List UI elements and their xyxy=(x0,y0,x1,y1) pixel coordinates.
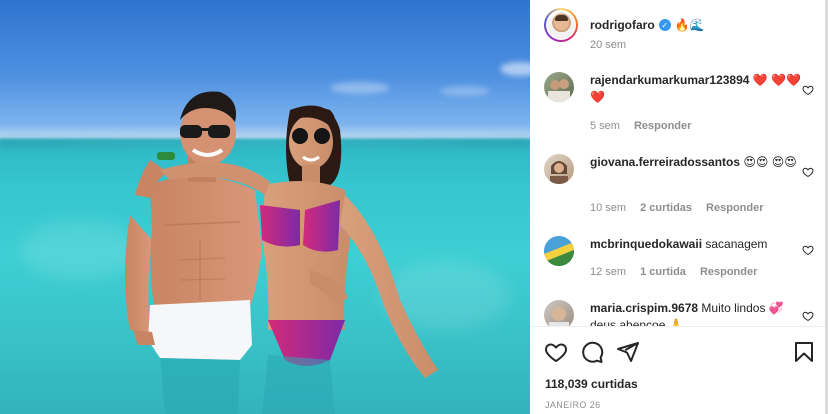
post-date: JANEIRO 26 xyxy=(545,400,601,410)
commenter-avatar[interactable] xyxy=(544,72,574,102)
comment-likes-count[interactable]: 1 curtida xyxy=(640,266,686,278)
share-icon[interactable] xyxy=(616,340,640,364)
author-avatar[interactable] xyxy=(544,8,578,42)
reply-button[interactable]: Responder xyxy=(634,120,691,132)
commenter-avatar[interactable] xyxy=(544,236,574,266)
commenter-avatar[interactable] xyxy=(544,300,574,326)
man-figure xyxy=(125,91,262,414)
commenter-username[interactable]: mcbrinquedokawaii xyxy=(590,237,702,251)
commenter-username[interactable]: rajendarkumarkumar123894 xyxy=(590,73,749,87)
comment-like-heart-icon[interactable] xyxy=(802,244,814,256)
commenter-avatar-image xyxy=(548,79,570,102)
actions-divider xyxy=(530,326,828,327)
comment-time: 5 sem xyxy=(590,120,620,132)
comment-meta: 12 sem 1 curtida Responder xyxy=(590,266,757,278)
commenter-avatar-image xyxy=(550,161,568,184)
reply-button[interactable]: Responder xyxy=(700,266,757,278)
comment-like-heart-icon[interactable] xyxy=(802,310,814,322)
comment-time: 10 sem xyxy=(590,202,627,214)
bookmark-icon[interactable] xyxy=(792,340,816,364)
commenter-username[interactable]: maria.crispim.9678 xyxy=(590,301,698,315)
post-actions-bar xyxy=(544,340,816,366)
post-photo xyxy=(0,0,530,414)
comment-like-heart-icon[interactable] xyxy=(802,84,814,96)
comments-list: rajendarkumarkumar123894 ❤️ ❤️❤️❤️ 5 sem… xyxy=(530,64,828,326)
heart-icon[interactable] xyxy=(544,340,568,364)
likes-count[interactable]: 118,039 curtidas xyxy=(545,377,638,391)
comment-text: 😍😍 😍😍 xyxy=(743,155,797,169)
author-username[interactable]: rodrigofaro xyxy=(590,18,655,32)
commenter-avatar-image xyxy=(544,242,574,266)
comment-text: sacanagem xyxy=(705,237,768,251)
comment-meta: 10 sem 2 curtidas Responder xyxy=(590,202,764,214)
comment-likes-count[interactable]: 2 curtidas xyxy=(640,202,692,214)
verified-badge-icon: ✓ xyxy=(658,19,671,31)
comment-icon[interactable] xyxy=(580,340,604,364)
commenter-username[interactable]: giovana.ferreiradossantos xyxy=(590,155,740,169)
reply-button[interactable]: Responder xyxy=(706,202,763,214)
commenter-avatar[interactable] xyxy=(544,154,574,184)
post-timestamp: 20 sem xyxy=(590,39,627,51)
couple-illustration xyxy=(125,91,438,414)
post-header: rodrigofaro ✓ 🔥🌊 xyxy=(544,8,705,42)
comment-like-heart-icon[interactable] xyxy=(802,166,814,178)
comment-meta: 5 sem Responder xyxy=(590,120,691,132)
comment-time: 12 sem xyxy=(590,266,627,278)
author-avatar-image xyxy=(547,11,575,39)
commenter-avatar-image xyxy=(549,307,569,326)
caption-text: 🔥🌊 xyxy=(674,18,705,32)
